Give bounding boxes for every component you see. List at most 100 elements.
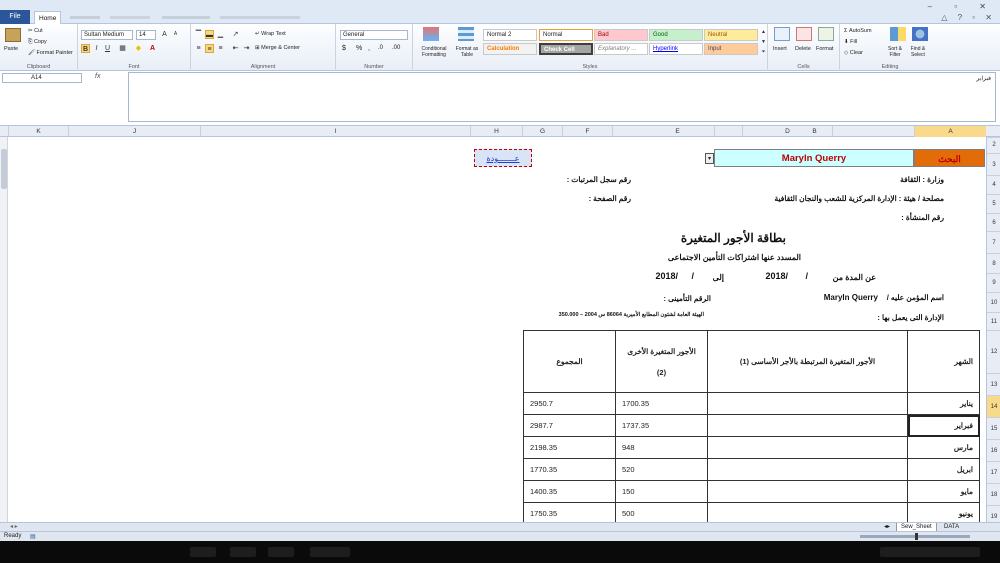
style-normal[interactable]: Normal bbox=[539, 29, 593, 41]
column-header[interactable]: I bbox=[200, 126, 470, 137]
total-cell[interactable]: 2950.7 bbox=[523, 392, 616, 415]
outdent-icon[interactable]: ⇥ bbox=[242, 44, 251, 53]
other-wages-cell[interactable]: 1737.35 bbox=[615, 414, 708, 437]
align-center-icon[interactable]: ≡ bbox=[205, 44, 214, 53]
font-name-select[interactable]: Sultan Medium bbox=[81, 30, 133, 40]
italic-icon[interactable]: I bbox=[92, 44, 101, 53]
font-size-select[interactable]: 14 bbox=[136, 30, 156, 40]
scroll-thumb[interactable] bbox=[1, 149, 7, 189]
binoculars-icon[interactable] bbox=[912, 27, 928, 41]
linked-wages-cell[interactable] bbox=[707, 480, 908, 503]
conditional-formatting-icon[interactable] bbox=[423, 27, 439, 41]
row-header[interactable]: 5 bbox=[987, 194, 1000, 213]
indent-icon[interactable]: ⇤ bbox=[231, 44, 240, 53]
row-header[interactable]: 17 bbox=[987, 461, 1000, 483]
linked-wages-cell[interactable] bbox=[707, 392, 908, 415]
fx-icon[interactable]: fx bbox=[95, 73, 100, 80]
copy-button[interactable]: ⎘ Copy bbox=[28, 39, 47, 46]
style-input[interactable]: Input bbox=[704, 43, 758, 55]
wrap-text-button[interactable]: ↵ Wrap Text bbox=[255, 31, 286, 37]
taskbar-item[interactable] bbox=[190, 547, 216, 557]
styles-scroll-up-icon[interactable]: ▲ bbox=[759, 28, 768, 37]
row-header[interactable]: 2 bbox=[987, 137, 1000, 151]
borders-icon[interactable]: ▦ bbox=[118, 44, 127, 53]
row-header[interactable]: 7 bbox=[987, 231, 1000, 253]
style-hyperlink[interactable]: Hyperlink bbox=[649, 43, 703, 55]
window-controls[interactable]: – ▫ ✕ bbox=[928, 2, 996, 11]
month-cell[interactable]: يونيو bbox=[907, 502, 980, 522]
format-painter-button[interactable]: 🖌 Format Painter bbox=[28, 50, 73, 56]
conditional-formatting-button[interactable]: Conditional Formatting bbox=[415, 46, 453, 58]
paste-button[interactable]: Paste bbox=[4, 46, 18, 52]
search-input[interactable]: Maryln Querry bbox=[714, 149, 914, 167]
font-color-icon[interactable]: A bbox=[148, 44, 157, 53]
shrink-font-icon[interactable]: A bbox=[171, 30, 180, 39]
style-neutral[interactable]: Neutral bbox=[704, 29, 758, 41]
month-cell[interactable]: مايو bbox=[907, 480, 980, 503]
orientation-icon[interactable]: ↗ bbox=[231, 30, 240, 39]
row-header[interactable]: 18 bbox=[987, 483, 1000, 505]
percent-icon[interactable]: % bbox=[356, 45, 362, 52]
insert-icon[interactable] bbox=[774, 27, 790, 41]
align-bottom-icon[interactable]: ▁ bbox=[216, 30, 225, 39]
bold-icon[interactable]: B bbox=[81, 44, 90, 53]
align-right-icon[interactable]: ≡ bbox=[216, 44, 225, 53]
taskbar-item[interactable] bbox=[230, 547, 256, 557]
column-header[interactable]: K bbox=[8, 126, 68, 137]
total-cell[interactable]: 1400.35 bbox=[523, 480, 616, 503]
row-header[interactable]: 4 bbox=[987, 175, 1000, 194]
style-bad[interactable]: Bad bbox=[594, 29, 648, 41]
format-table-button[interactable]: Format as Table bbox=[453, 46, 481, 58]
insert-button[interactable]: Insert bbox=[773, 46, 787, 52]
name-box[interactable]: A14 bbox=[2, 73, 82, 83]
tab-home[interactable]: Home bbox=[34, 11, 62, 24]
linked-wages-cell[interactable] bbox=[707, 458, 908, 481]
other-wages-cell[interactable]: 150 bbox=[615, 480, 708, 503]
paste-icon[interactable] bbox=[5, 28, 21, 42]
month-cell[interactable]: يناير bbox=[907, 392, 980, 415]
sort-filter-icon[interactable] bbox=[890, 27, 906, 41]
currency-icon[interactable]: $ bbox=[342, 45, 346, 52]
underline-icon[interactable]: U bbox=[103, 44, 112, 53]
style-check-cell[interactable]: Check Cell bbox=[539, 43, 593, 55]
fill-button[interactable]: ⬇ Fill bbox=[844, 39, 857, 45]
comma-icon[interactable]: , bbox=[368, 45, 370, 52]
macro-record-icon[interactable]: ▤ bbox=[30, 533, 36, 540]
vertical-scrollbar[interactable] bbox=[0, 137, 8, 522]
total-cell[interactable]: 2198.35 bbox=[523, 436, 616, 459]
merge-center-button[interactable]: ⊞ Merge & Center bbox=[255, 45, 300, 51]
style-calculation[interactable]: Calculation bbox=[483, 43, 537, 55]
styles-more-icon[interactable]: ⏷ bbox=[759, 48, 768, 57]
month-cell[interactable]: فبراير bbox=[907, 414, 980, 437]
chevron-down-icon[interactable]: ▾ bbox=[705, 153, 714, 164]
clear-button[interactable]: ◇ Clear bbox=[844, 50, 863, 56]
row-header[interactable]: 13 bbox=[987, 373, 1000, 395]
total-cell[interactable]: 2987.7 bbox=[523, 414, 616, 437]
align-top-icon[interactable]: ▔ bbox=[194, 30, 203, 39]
row-header[interactable]: 10 bbox=[987, 292, 1000, 312]
column-header[interactable]: F bbox=[562, 126, 612, 137]
row-header[interactable]: 11 bbox=[987, 312, 1000, 330]
format-cells-icon[interactable] bbox=[818, 27, 834, 41]
align-left-icon[interactable]: ≡ bbox=[194, 44, 203, 53]
month-cell[interactable]: مارس bbox=[907, 436, 980, 459]
other-wages-cell[interactable]: 948 bbox=[615, 436, 708, 459]
format-table-icon[interactable] bbox=[458, 27, 474, 41]
delete-button[interactable]: Delete bbox=[795, 46, 811, 52]
row-header[interactable]: 8 bbox=[987, 253, 1000, 273]
linked-wages-cell[interactable] bbox=[707, 502, 908, 522]
other-wages-cell[interactable]: 520 bbox=[615, 458, 708, 481]
row-header[interactable]: 9 bbox=[987, 273, 1000, 292]
decrease-decimal-icon[interactable]: .00 bbox=[392, 45, 400, 51]
other-wages-cell[interactable]: 1700.35 bbox=[615, 392, 708, 415]
row-header[interactable]: 6 bbox=[987, 213, 1000, 231]
column-header[interactable]: J bbox=[68, 126, 200, 137]
row-header[interactable]: 12 bbox=[987, 330, 1000, 373]
fill-color-icon[interactable]: ◆ bbox=[134, 44, 143, 53]
align-middle-icon[interactable]: ▬ bbox=[205, 30, 214, 39]
increase-decimal-icon[interactable]: .0 bbox=[378, 45, 383, 51]
style-good[interactable]: Good bbox=[649, 29, 703, 41]
cut-button[interactable]: ✂ Cut bbox=[28, 28, 43, 34]
tab-file[interactable]: File bbox=[0, 10, 30, 24]
column-header[interactable]: H bbox=[470, 126, 522, 137]
